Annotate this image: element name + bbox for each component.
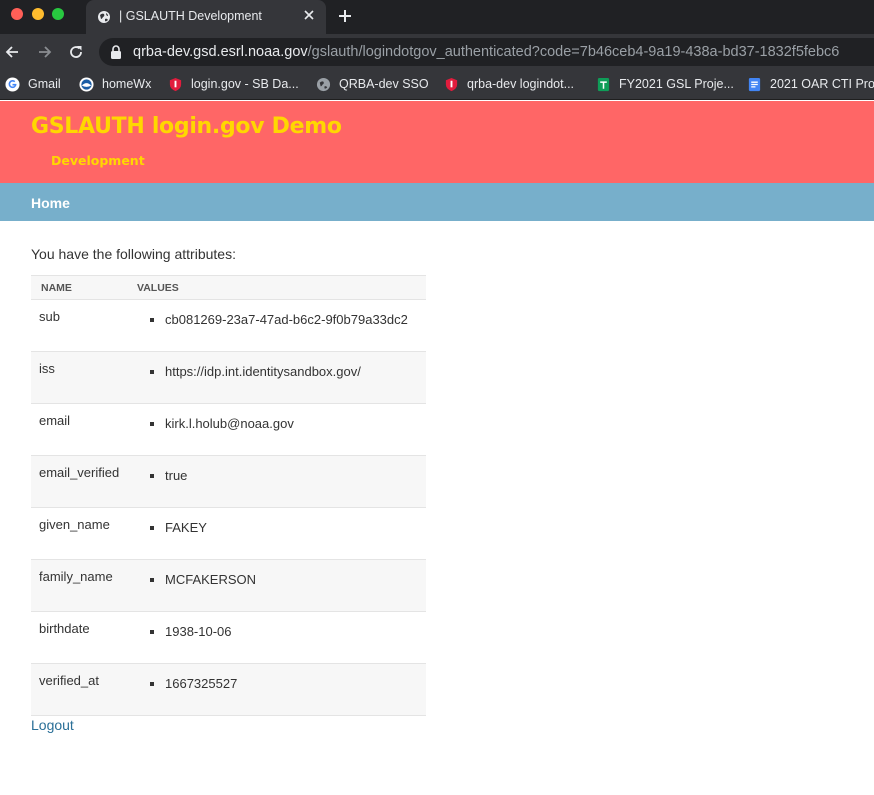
url-text[interactable]: qrba-dev.gsd.esrl.noaa.gov/gslauth/login…: [133, 44, 839, 60]
column-header-name: NAME: [31, 275, 127, 300]
column-header-values: VALUES: [127, 275, 426, 300]
browser-toolbar: qrba-dev.gsd.esrl.noaa.gov/gslauth/login…: [0, 34, 874, 70]
table-row: birthdate 1938-10-06: [31, 611, 426, 664]
noaa-icon: [79, 77, 94, 92]
attribute-value: FAKEY: [165, 520, 426, 535]
logout-link[interactable]: Logout: [31, 717, 74, 733]
table-row: sub cb081269-23a7-47ad-b6c2-9f0b79a33dc2: [31, 299, 426, 352]
globe-icon: [98, 11, 110, 23]
attribute-name: given_name: [31, 507, 127, 560]
table-row: email kirk.l.holub@noaa.gov: [31, 403, 426, 456]
attribute-values: true: [127, 455, 426, 508]
url-path: /gslauth/logindotgov_authenticated?code=…: [307, 44, 840, 60]
attribute-values: https://idp.int.identitysandbox.gov/: [127, 351, 426, 404]
shield-icon: [169, 77, 182, 92]
browser-tabstrip: | GSLAUTH Development: [0, 0, 874, 34]
forward-arrow-icon[interactable]: [37, 44, 53, 60]
table-row: email_verified true: [31, 455, 426, 508]
nav-home-link[interactable]: Home: [31, 195, 70, 211]
attribute-value: 1938-10-06: [165, 624, 426, 639]
table-row: verified_at 1667325527: [31, 663, 426, 716]
google-icon: [5, 77, 20, 92]
attributes-intro: You have the following attributes:: [31, 246, 236, 262]
attributes-table: NAME VALUES sub cb081269-23a7-47ad-b6c2-…: [31, 275, 426, 716]
attribute-values: 1667325527: [127, 663, 426, 716]
lock-icon[interactable]: [110, 45, 122, 59]
attribute-value: kirk.l.holub@noaa.gov: [165, 416, 426, 431]
tab-close-icon[interactable]: [303, 9, 315, 21]
bookmarks-bar: Gmail homeWx login.gov - SB Da... QRBA-d…: [0, 70, 874, 100]
attribute-value: true: [165, 468, 426, 483]
table-row: family_name MCFAKERSON: [31, 559, 426, 612]
attribute-value: cb081269-23a7-47ad-b6c2-9f0b79a33dc2: [165, 312, 426, 327]
globe-icon: [316, 77, 331, 92]
address-bar[interactable]: qrba-dev.gsd.esrl.noaa.gov/gslauth/login…: [99, 38, 874, 66]
url-host: qrba-dev.gsd.esrl.noaa.gov: [133, 44, 308, 60]
sheets-icon: [597, 77, 610, 92]
site-title: GSLAUTH login.gov Demo: [31, 114, 342, 139]
shield-icon: [445, 77, 458, 92]
attribute-values: kirk.l.holub@noaa.gov: [127, 403, 426, 456]
tab-title: | GSLAUTH Development: [119, 9, 262, 23]
attribute-value: 1667325527: [165, 676, 426, 691]
table-header-row: NAME VALUES: [31, 275, 426, 300]
docs-icon: [748, 77, 761, 92]
attribute-value: https://idp.int.identitysandbox.gov/: [165, 364, 426, 379]
table-row: iss https://idp.int.identitysandbox.gov/: [31, 351, 426, 404]
attribute-values: cb081269-23a7-47ad-b6c2-9f0b79a33dc2: [127, 299, 426, 352]
attribute-name: iss: [31, 351, 127, 404]
attribute-values: 1938-10-06: [127, 611, 426, 664]
attribute-name: verified_at: [31, 663, 127, 716]
reload-icon[interactable]: [68, 44, 84, 60]
attribute-value: MCFAKERSON: [165, 572, 426, 587]
window-close-button[interactable]: [11, 8, 23, 20]
attribute-name: email: [31, 403, 127, 456]
window-zoom-button[interactable]: [52, 8, 64, 20]
site-nav: Home: [0, 183, 874, 221]
site-subtitle: Development: [51, 153, 145, 168]
back-arrow-icon[interactable]: [4, 44, 20, 60]
attribute-name: birthdate: [31, 611, 127, 664]
attribute-name: email_verified: [31, 455, 127, 508]
table-row: given_name FAKEY: [31, 507, 426, 560]
attribute-values: FAKEY: [127, 507, 426, 560]
attribute-name: sub: [31, 299, 127, 352]
new-tab-icon[interactable]: [338, 9, 352, 23]
attribute-name: family_name: [31, 559, 127, 612]
site-header: GSLAUTH login.gov Demo Development: [0, 101, 874, 183]
browser-tab-active[interactable]: | GSLAUTH Development: [86, 0, 326, 34]
attribute-values: MCFAKERSON: [127, 559, 426, 612]
window-minimize-button[interactable]: [32, 8, 44, 20]
